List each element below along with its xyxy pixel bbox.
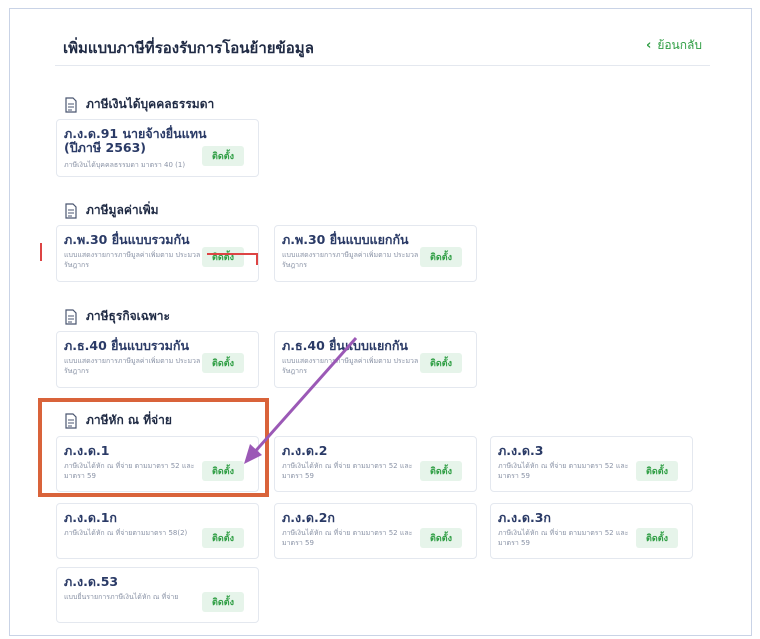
stray-red-mark xyxy=(40,243,42,261)
stray-red-mark xyxy=(207,253,257,255)
stray-red-mark xyxy=(256,253,258,265)
annotation-arrow xyxy=(244,337,358,464)
